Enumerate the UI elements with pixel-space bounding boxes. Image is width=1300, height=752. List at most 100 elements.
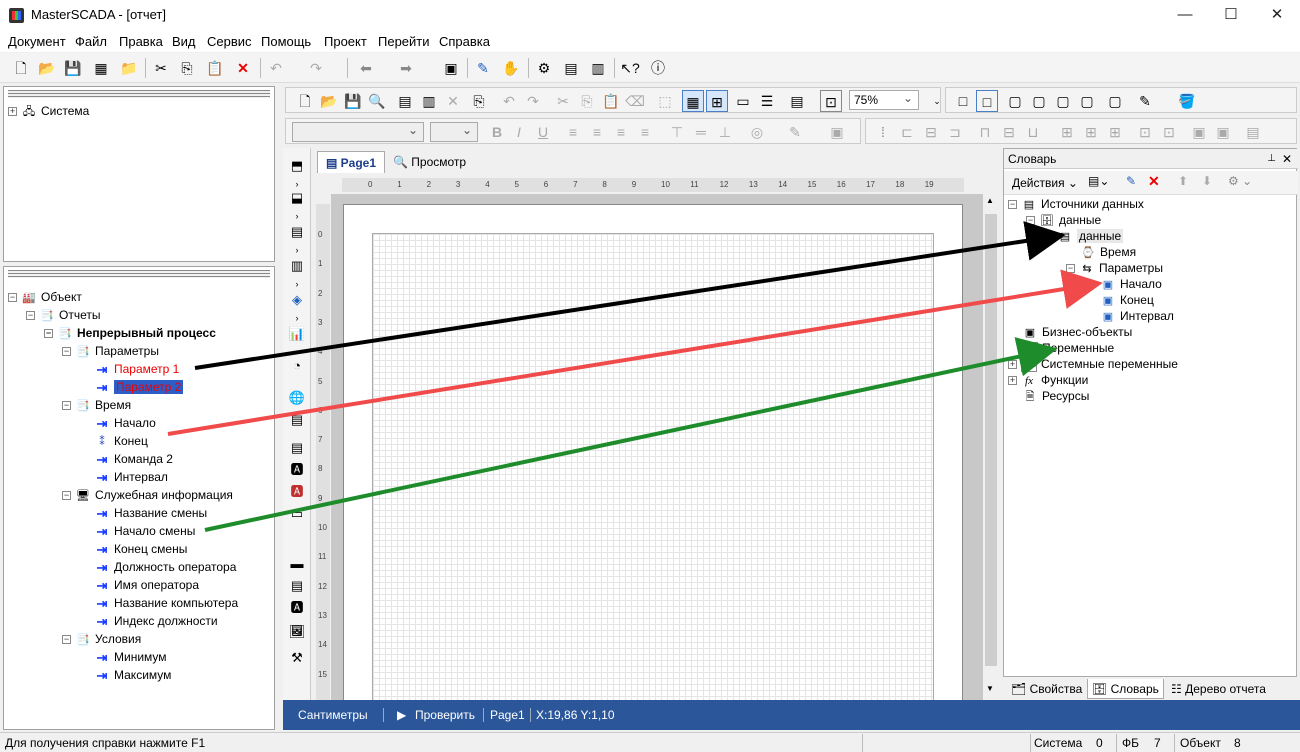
barcode-icon[interactable]: ▥: [287, 256, 307, 276]
tree-item-shift-name[interactable]: ⇥ Название смены: [94, 504, 208, 522]
border-left-icon[interactable]: ▢: [1004, 90, 1026, 112]
same-width-icon[interactable]: ⊞: [1056, 121, 1078, 143]
scroll-up-icon[interactable]: ▲: [986, 196, 994, 205]
collapse-icon[interactable]: −: [8, 293, 17, 303]
copy-icon[interactable]: ⎘: [176, 57, 198, 79]
menu-reference[interactable]: Справка: [439, 34, 490, 49]
shapes-icon[interactable]: ◈: [287, 290, 307, 310]
units-selector[interactable]: Сантиметры: [298, 708, 368, 722]
open-report-icon[interactable]: 📂: [318, 90, 340, 112]
report2-icon[interactable]: ▥: [587, 57, 609, 79]
style-icon[interactable]: ✎: [784, 121, 806, 143]
copy-icon[interactable]: ⎘: [576, 90, 598, 112]
undo-icon[interactable]: ↶: [498, 90, 520, 112]
delete-icon[interactable]: ✕: [1148, 173, 1160, 190]
line-color-icon[interactable]: ✎: [1134, 90, 1156, 112]
pencil-icon[interactable]: ✎: [472, 57, 494, 79]
preview-icon[interactable]: 🔍: [366, 90, 388, 112]
window-icon[interactable]: ▣: [440, 57, 462, 79]
collapse-icon[interactable]: −: [1026, 216, 1035, 226]
new-icon[interactable]: 🗋: [10, 57, 32, 79]
collapse-icon[interactable]: −: [1008, 200, 1017, 210]
menu-help[interactable]: Помощь: [261, 34, 311, 49]
panel-grip[interactable]: [8, 90, 270, 98]
undo-icon[interactable]: ↶: [265, 57, 287, 79]
play-icon[interactable]: ▶: [397, 708, 406, 722]
new-report-icon[interactable]: 🗋: [294, 90, 316, 112]
report-page[interactable]: [343, 204, 963, 700]
report-icon[interactable]: ▤: [560, 57, 582, 79]
component-icon[interactable]: ▤: [287, 222, 307, 242]
font-size-combo[interactable]: [430, 121, 478, 142]
collapse-icon[interactable]: −: [44, 329, 53, 339]
expand-icon[interactable]: +: [1008, 360, 1017, 370]
open-folder-icon[interactable]: 📁: [118, 57, 140, 79]
new-item-icon[interactable]: ▤⌄: [1088, 174, 1109, 188]
align-center-icon[interactable]: ≡: [586, 121, 608, 143]
minimize-button[interactable]: —: [1162, 0, 1208, 30]
align-top-edge-icon[interactable]: ⊓: [974, 121, 996, 143]
globe-icon[interactable]: 🌐: [287, 388, 307, 408]
collapse-icon[interactable]: −: [62, 401, 71, 411]
tree-item-shift-end[interactable]: ⇥ Конец смены: [94, 540, 188, 558]
cut-icon[interactable]: ✂: [552, 90, 574, 112]
conditions-icon[interactable]: ▣: [826, 121, 848, 143]
cross-band-icon[interactable]: ⬓: [287, 188, 307, 208]
text-icon[interactable]: ▤: [287, 410, 307, 430]
image-icon[interactable]: 🖼: [287, 622, 307, 642]
dict-resources[interactable]: 🗎 Ресурсы: [1022, 387, 1090, 405]
tree-item-start[interactable]: ⇥ Начало: [94, 414, 156, 432]
tree-item-cond-folder[interactable]: − 📑 Условия: [62, 630, 141, 648]
tree-item-service-folder[interactable]: − 🖥 Служебная информация: [62, 486, 233, 504]
spacing-h-icon[interactable]: ⊡: [1134, 121, 1156, 143]
redo-icon[interactable]: ↷: [305, 57, 327, 79]
same-size-icon[interactable]: ⊞: [1104, 121, 1126, 143]
collapse-icon[interactable]: −: [1044, 232, 1053, 242]
cut-icon[interactable]: ✂: [150, 57, 172, 79]
align-center-h-icon[interactable]: ⊟: [920, 121, 942, 143]
send-back-icon[interactable]: ▣: [1212, 121, 1234, 143]
headers-icon[interactable]: ▭: [732, 90, 754, 112]
scroll-down-icon[interactable]: ▼: [986, 684, 994, 693]
border-all-icon[interactable]: □: [976, 90, 998, 112]
chart-icon[interactable]: 📊: [287, 324, 307, 344]
align-icon[interactable]: ⁞: [872, 121, 894, 143]
justify-icon[interactable]: ≡: [634, 121, 656, 143]
tab-report-tree[interactable]: ☷ Дерево отчета: [1167, 679, 1270, 699]
italic-icon[interactable]: I: [508, 121, 530, 143]
table-icon[interactable]: ▤: [287, 576, 307, 596]
valign-top-icon[interactable]: ⊤: [666, 121, 688, 143]
collapse-icon[interactable]: −: [62, 491, 71, 501]
align-right-edge-icon[interactable]: ⊐: [944, 121, 966, 143]
save-report-icon[interactable]: 💾: [342, 90, 364, 112]
settings-icon[interactable]: ⚙ ⌄: [1228, 174, 1252, 188]
label-icon[interactable]: 🅰: [287, 598, 307, 618]
check-button[interactable]: Проверить: [415, 708, 475, 722]
move-up-icon[interactable]: ⬆: [1178, 174, 1188, 188]
valign-bottom-icon[interactable]: ⊥: [714, 121, 736, 143]
edit-icon[interactable]: ✎: [1126, 174, 1136, 188]
collapse-icon[interactable]: −: [62, 635, 71, 645]
image-text-icon[interactable]: 🅰: [287, 460, 307, 480]
tree-item-end[interactable]: ⁑ Конец: [94, 432, 148, 450]
same-height-icon[interactable]: ⊞: [1080, 121, 1102, 143]
tree-item-time-folder[interactable]: − 📑 Время: [62, 396, 131, 414]
delete-icon[interactable]: ✕: [232, 57, 254, 79]
tree-item-param1[interactable]: ⇥ Параметр 1: [94, 360, 180, 378]
tree-item-params-folder[interactable]: − 📑 Параметры: [62, 342, 159, 360]
tab-properties[interactable]: 🗂 Свойства: [1007, 679, 1086, 699]
page-grid[interactable]: [372, 233, 934, 700]
page-canvas[interactable]: [331, 194, 983, 700]
menu-project[interactable]: Проект: [324, 34, 367, 49]
tree-item-reports[interactable]: − 📑 Отчеты: [26, 306, 100, 324]
tree-item-command2[interactable]: ⇥ Команда 2: [94, 450, 173, 468]
lock-icon[interactable]: ▤: [1242, 121, 1264, 143]
bring-front-icon[interactable]: ▣: [1188, 121, 1210, 143]
format-icon[interactable]: ◎: [746, 121, 768, 143]
tree-item-param2[interactable]: ⇥ Параметр 2: [94, 378, 184, 396]
info-icon[interactable]: ⓘ: [647, 57, 669, 79]
zoom-combo[interactable]: 75%: [849, 89, 919, 110]
collapse-icon[interactable]: −: [62, 347, 71, 357]
font-name-combo[interactable]: [292, 121, 424, 142]
close-icon[interactable]: ✕: [1282, 149, 1292, 169]
